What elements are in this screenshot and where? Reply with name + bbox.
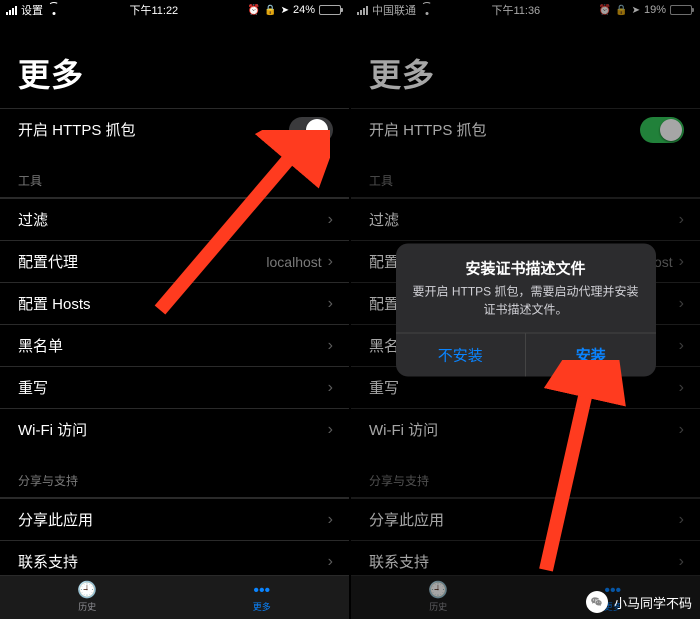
row-blacklist[interactable]: 黑名单 › xyxy=(0,324,349,366)
clock: 下午11:22 xyxy=(129,2,178,18)
toggle-row-https[interactable]: 开启 HTTPS 抓包 xyxy=(0,108,349,150)
rotation-lock-icon: 🔒 xyxy=(264,5,276,16)
alarm-icon: ⏰ xyxy=(248,5,260,16)
wechat-icon xyxy=(586,591,608,613)
tab-label: 历史 xyxy=(78,600,96,613)
chevron-right-icon: › xyxy=(328,337,333,355)
clock-icon: 🕘 xyxy=(77,583,97,599)
wifi-icon xyxy=(47,5,60,15)
alert-install-cert: 安装证书描述文件 要开启 HTTPS 抓包，需要启动代理并安装证书描述文件。 不… xyxy=(396,243,656,376)
chevron-right-icon: › xyxy=(328,253,333,271)
row-label: 重写 xyxy=(18,377,48,398)
signal-icon xyxy=(6,6,17,15)
chevron-right-icon: › xyxy=(328,553,333,571)
watermark: 小马同学不码 xyxy=(586,591,692,613)
chevron-right-icon: › xyxy=(328,421,333,439)
tab-bar: 🕘 历史 ••• 更多 xyxy=(0,575,349,619)
chevron-right-icon: › xyxy=(328,379,333,397)
row-share-app[interactable]: 分享此应用 › xyxy=(0,498,349,540)
row-rewrite[interactable]: 重写 › xyxy=(0,366,349,408)
battery-pct: 24% xyxy=(293,4,315,16)
alert-confirm-button[interactable]: 安装 xyxy=(525,333,656,376)
alert-message: 要开启 HTTPS 抓包，需要启动代理并安装证书描述文件。 xyxy=(396,282,656,332)
alert-title: 安装证书描述文件 xyxy=(396,243,656,282)
tab-history[interactable]: 🕘 历史 xyxy=(0,576,175,619)
row-hosts[interactable]: 配置 Hosts › xyxy=(0,282,349,324)
page-title: 更多 xyxy=(0,20,349,108)
section-header-tools: 工具 xyxy=(0,150,349,198)
row-label: Wi-Fi 访问 xyxy=(18,419,87,440)
watermark-text: 小马同学不码 xyxy=(614,593,692,612)
alert-cancel-button[interactable]: 不安装 xyxy=(396,333,526,376)
row-label: 黑名单 xyxy=(18,335,63,356)
status-bar: 设置 下午11:22 ⏰ 🔒 ➤ 24% xyxy=(0,0,349,20)
row-label: 配置代理 xyxy=(18,251,78,272)
row-label: 分享此应用 xyxy=(18,509,93,530)
carrier-label: 设置 xyxy=(21,2,43,18)
row-label: 配置 Hosts xyxy=(18,293,91,314)
more-icon: ••• xyxy=(253,583,270,599)
row-label: 过滤 xyxy=(18,209,48,230)
row-proxy[interactable]: 配置代理 localhost › xyxy=(0,240,349,282)
screen-right: 中国联通 下午11:36 ⏰ 🔒 ➤ 19% 更多 开启 HTTPS 抓包 工具… xyxy=(350,0,700,619)
toggle-label: 开启 HTTPS 抓包 xyxy=(18,119,136,140)
row-label: 联系支持 xyxy=(18,551,78,572)
section-header-share: 分享与支持 xyxy=(0,450,349,498)
chevron-right-icon: › xyxy=(328,511,333,529)
location-icon: ➤ xyxy=(281,5,289,16)
tab-more[interactable]: ••• 更多 xyxy=(175,576,350,619)
https-toggle[interactable] xyxy=(289,117,333,143)
tab-label: 更多 xyxy=(253,600,271,613)
row-hint: localhost xyxy=(266,254,321,270)
row-filter[interactable]: 过滤 › xyxy=(0,198,349,240)
battery-icon xyxy=(319,5,341,15)
row-wifi-access[interactable]: Wi-Fi 访问 › xyxy=(0,408,349,450)
chevron-right-icon: › xyxy=(328,295,333,313)
chevron-right-icon: › xyxy=(328,211,333,229)
screen-left: 设置 下午11:22 ⏰ 🔒 ➤ 24% 更多 开启 HTTPS 抓包 工具 过… xyxy=(0,0,350,619)
